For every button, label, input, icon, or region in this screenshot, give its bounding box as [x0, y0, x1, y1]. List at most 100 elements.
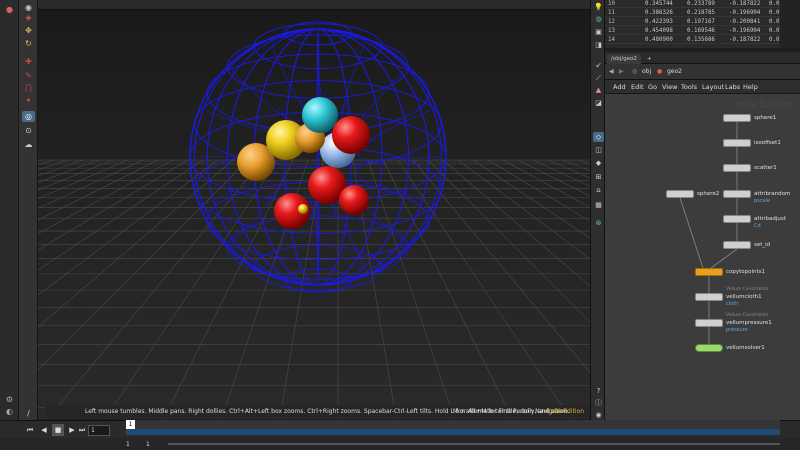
- frame-icon[interactable]: ▦: [593, 200, 604, 210]
- breadcrumb-obj[interactable]: obj: [642, 68, 651, 75]
- breadcrumb-geo2[interactable]: geo2: [667, 68, 682, 75]
- ortho-icon[interactable]: ↙: [593, 60, 604, 70]
- geo-icon: ●: [657, 68, 663, 75]
- network-canvas[interactable]: Indie Edition sphere1 isooffset1 scatter…: [605, 94, 800, 420]
- current-frame-field[interactable]: 1: [88, 425, 110, 436]
- viewport-tools-column: ◉ ◈ ✥ ↻ ✚ ✎ ⋂ ✦ ◎ ⊙ ☁ /: [19, 0, 38, 420]
- move-tool-icon[interactable]: ✥: [22, 25, 35, 36]
- paint-tool-icon[interactable]: ✦: [22, 95, 35, 106]
- node-box[interactable]: [695, 268, 723, 276]
- jump-end-icon[interactable]: ⏭: [76, 424, 88, 436]
- node-box[interactable]: [666, 190, 694, 198]
- pin-icon[interactable]: ◉: [593, 410, 604, 420]
- pivot-icon[interactable]: ⟋: [593, 73, 604, 83]
- node-box[interactable]: [723, 190, 751, 198]
- grid-line: [38, 159, 189, 251]
- vis-icon[interactable]: ◪: [593, 98, 604, 108]
- timeline-ruler[interactable]: [126, 420, 780, 429]
- grid-line: [472, 159, 590, 239]
- display-options-strip: 💡 ◍ ▣ ◨ ↙ ⟋ ▲ ◪ ◇ ◫ ◆ ⊞ ⌂ ▦ ⊛ ? ⓘ ◉: [590, 0, 605, 420]
- scene-viewport[interactable]: [38, 10, 590, 419]
- wire-meridian: [193, 28, 443, 286]
- shading-icon[interactable]: ◨: [593, 40, 604, 50]
- range-start-2[interactable]: 1: [146, 441, 150, 448]
- bbox-icon[interactable]: ◫: [593, 145, 604, 155]
- grid-line: [532, 159, 590, 187]
- grid-line: [38, 159, 159, 221]
- node-box[interactable]: [695, 293, 723, 301]
- node-box[interactable]: [723, 114, 751, 122]
- info-icon[interactable]: ⓘ: [593, 398, 604, 408]
- grid-line: [38, 159, 219, 296]
- wire-sphere: [189, 21, 447, 293]
- viewport-header: [38, 0, 590, 10]
- menu-add[interactable]: Add: [613, 83, 626, 91]
- camera-tool-icon[interactable]: ⊙: [22, 125, 35, 136]
- step-back-icon[interactable]: ◀: [38, 424, 50, 436]
- tab-obj-geo2[interactable]: /obj/geo2: [607, 54, 641, 64]
- timeline-cache-bar[interactable]: [126, 429, 780, 435]
- pose-tool-icon[interactable]: ✎: [22, 70, 35, 81]
- menu-edit[interactable]: Edit: [631, 83, 644, 91]
- handle-tool-icon[interactable]: ✚: [22, 56, 35, 67]
- grid-line: [38, 159, 69, 171]
- add-tab-button[interactable]: +: [643, 54, 656, 64]
- forward-icon[interactable]: ▶: [619, 68, 624, 75]
- grid-line: [38, 159, 144, 209]
- left-shelf-toolbar: ● ⚙ ◐: [0, 0, 19, 420]
- grid-line: [547, 159, 590, 179]
- grid-line: [457, 159, 590, 260]
- node-box[interactable]: [723, 164, 751, 172]
- grid-line: [367, 159, 455, 419]
- settings-icon[interactable]: ⚙: [3, 394, 16, 405]
- table-row: 12 0.422393 0.197167 -0.200841 0.0: [605, 18, 780, 26]
- menu-go[interactable]: Go: [648, 83, 657, 91]
- rotate-tool-icon[interactable]: ↻: [22, 38, 35, 49]
- range-slider[interactable]: [168, 443, 780, 445]
- render-region-icon[interactable]: ⊛: [593, 218, 604, 228]
- menu-help[interactable]: Help: [743, 83, 758, 91]
- wireframe-icon[interactable]: ◇: [593, 132, 604, 142]
- houdini-app: ● ⚙ ◐ ◉ ◈ ✥ ↻ ✚ ✎ ⋂ ✦ ◎ ⊙ ☁ / Left mouse…: [0, 0, 800, 450]
- slash-icon[interactable]: /: [22, 408, 35, 419]
- grid-line: [502, 159, 590, 208]
- obj-icon: ◎: [632, 68, 638, 75]
- menu-view[interactable]: View: [662, 83, 677, 91]
- select-tool-icon[interactable]: ●: [3, 4, 16, 15]
- globe-icon[interactable]: ◍: [593, 14, 604, 24]
- timeline-cursor[interactable]: 1: [126, 420, 135, 429]
- back-icon[interactable]: ◀: [609, 68, 614, 75]
- help-icon[interactable]: ?: [593, 386, 604, 396]
- table-row: 13 0.454098 0.169546 -0.196904 0.0: [605, 27, 780, 35]
- menu-layout[interactable]: Layout: [702, 83, 724, 91]
- grid-line: [577, 159, 590, 165]
- snap-grid-icon[interactable]: ⊞: [593, 172, 604, 182]
- select-mode-icon[interactable]: ◈: [22, 12, 35, 23]
- magnet-tool-icon[interactable]: ⋂: [22, 82, 35, 93]
- menu-labs[interactable]: Labs: [725, 83, 740, 91]
- grid-line: [517, 159, 590, 197]
- wire-meridian: [189, 28, 447, 286]
- view-tool-icon[interactable]: ◎: [22, 111, 35, 122]
- marker-icon[interactable]: ▲: [593, 85, 604, 95]
- table-row: 10 0.345744 0.233789 -0.187822 0.0: [605, 0, 780, 8]
- snap-icon[interactable]: ◐: [3, 406, 16, 417]
- node-box[interactable]: [723, 241, 751, 249]
- jump-start-icon[interactable]: ⏮: [24, 424, 36, 436]
- menu-tools[interactable]: Tools: [681, 83, 697, 91]
- render-tool-icon[interactable]: ☁: [22, 139, 35, 150]
- cube-icon[interactable]: ◆: [593, 158, 604, 168]
- table-row: 14 0.480900 0.135686 -0.187822 0.0: [605, 36, 780, 44]
- light-icon[interactable]: 💡: [593, 2, 604, 12]
- node-box[interactable]: [723, 139, 751, 147]
- grid-line: [442, 159, 590, 287]
- spreadsheet-scrollbar[interactable]: [780, 0, 800, 48]
- stop-icon[interactable]: ■: [52, 424, 64, 436]
- camera-icon[interactable]: ⌂: [593, 185, 604, 195]
- display-icon[interactable]: ▣: [593, 27, 604, 37]
- wire-outline: [189, 28, 447, 286]
- range-start[interactable]: 1: [126, 441, 130, 448]
- node-box[interactable]: [723, 215, 751, 223]
- node-box[interactable]: [695, 319, 723, 327]
- node-box[interactable]: [695, 344, 723, 352]
